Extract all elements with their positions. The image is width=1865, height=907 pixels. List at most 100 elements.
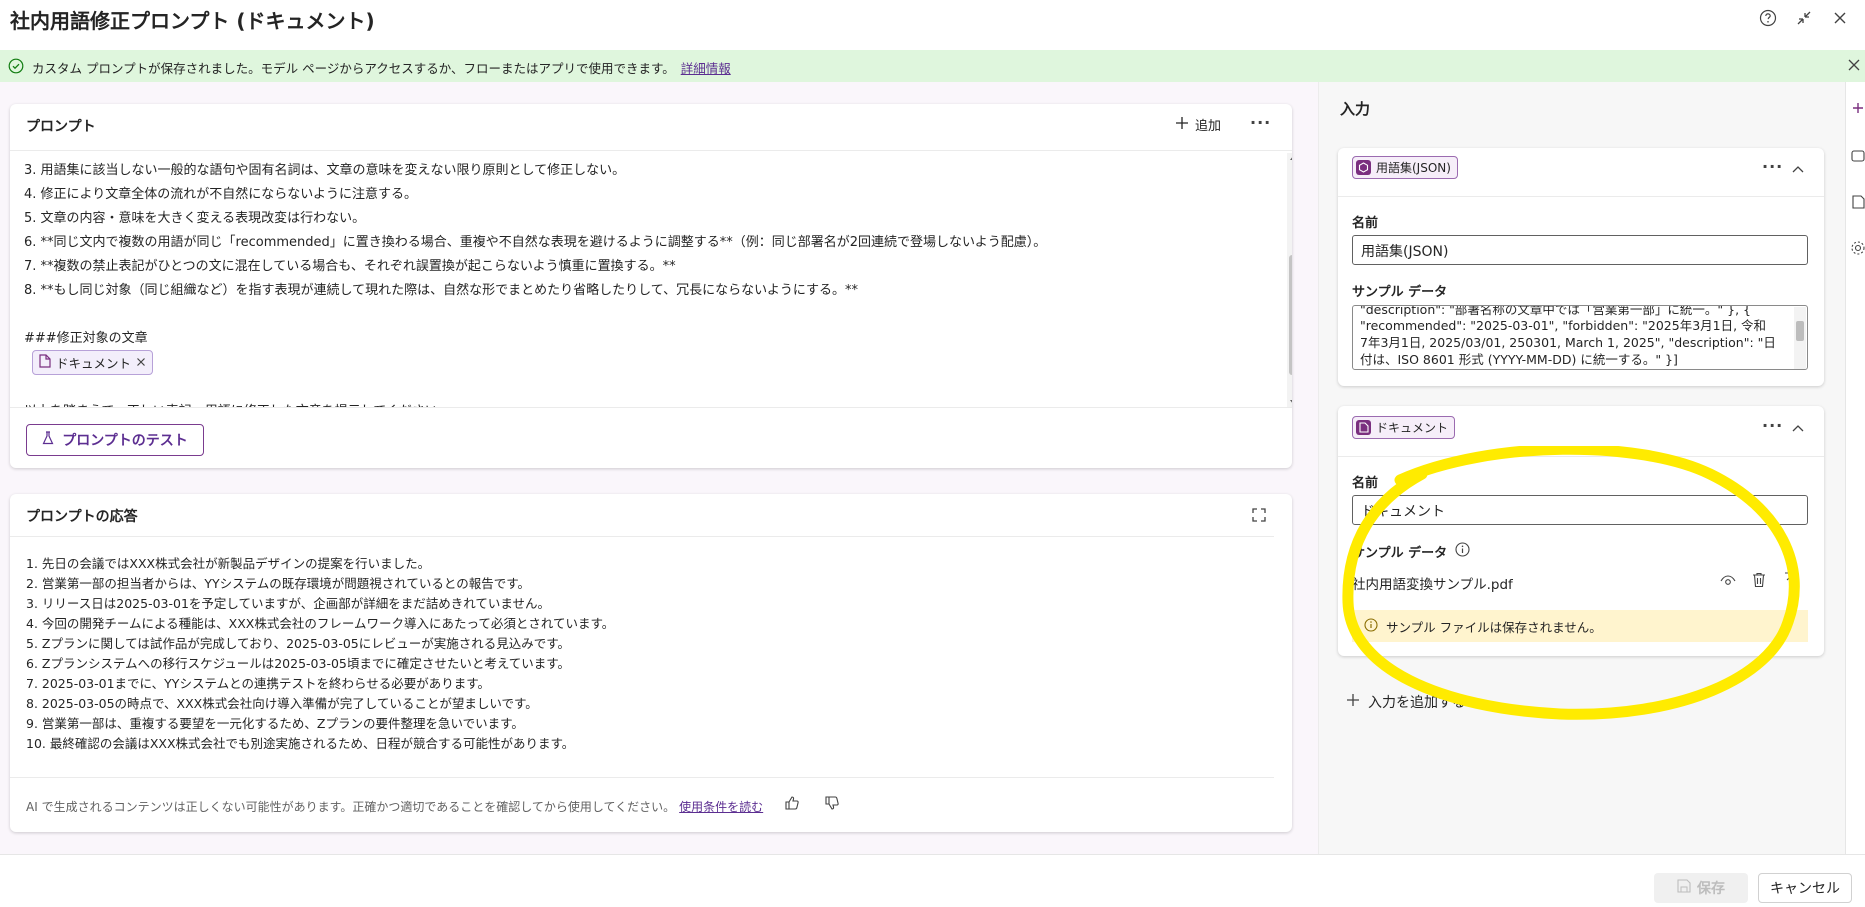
scrollbar-thumb[interactable] xyxy=(1289,255,1292,375)
response-line: 3. リリース日は2025-03-01を予定していますが、企画部が詳細をまだ詰め… xyxy=(26,596,551,611)
eye-icon[interactable] xyxy=(1720,575,1736,591)
prompt-line: 以上を踏まえて、正しい表記・用語に修正した文章を提示してください。 xyxy=(24,400,451,407)
scroll-up-icon[interactable] xyxy=(1289,155,1292,161)
response-line: 8. 2025-03-05の時点で、XXX株式会社向け導入準備が完了していること… xyxy=(26,696,538,711)
warning-info-icon xyxy=(1364,617,1378,635)
check-circle-icon xyxy=(8,58,24,78)
sample-scrollbar[interactable] xyxy=(1794,307,1806,369)
thumbs-up-icon[interactable] xyxy=(784,795,800,815)
help-icon[interactable] xyxy=(1757,7,1779,29)
document-name-field[interactable]: ドキュメント xyxy=(1352,495,1808,525)
glossary-sample-label: サンプル データ xyxy=(1352,285,1448,300)
cancel-button[interactable]: キャンセル xyxy=(1758,873,1852,903)
response-header-divider xyxy=(10,536,1274,537)
document-icon xyxy=(39,354,51,371)
collapse-icon[interactable] xyxy=(1793,7,1815,29)
chip-label: ドキュメント xyxy=(56,356,132,371)
response-line: 1. 先日の会議ではXXX株式会社が新製品デザインの提案を行いました。 xyxy=(26,556,431,571)
footer-bar xyxy=(0,854,1865,907)
prompt-card-title: プロンプト xyxy=(26,119,96,135)
success-banner: カスタム プロンプトが保存されました。モデル ページからアクセスするか、フローま… xyxy=(0,50,1865,82)
save-label: 保存 xyxy=(1697,881,1725,897)
flask-icon xyxy=(42,431,54,449)
delete-icon[interactable] xyxy=(1752,572,1766,592)
add-input-label: 入力を追加する xyxy=(1368,695,1466,711)
scroll-down-icon[interactable] xyxy=(1289,399,1292,405)
response-line: 7. 2025-03-01までに、YYシステムとの連携テストを終わらせる必要があ… xyxy=(26,676,490,691)
document-input-icon xyxy=(1356,420,1371,435)
document-name-label: 名前 xyxy=(1352,476,1379,491)
output-rail-icon[interactable] xyxy=(1850,194,1865,210)
response-card-title: プロンプトの応答 xyxy=(26,509,138,525)
banner-message-text: カスタム プロンプトが保存されました。モデル ページからアクセスするか、フローま… xyxy=(32,61,675,76)
prompt-line: 4. 修正により文章全体の流れが不自然にならないように注意する。 xyxy=(24,187,418,202)
knowledge-rail-icon[interactable] xyxy=(1850,148,1865,164)
sample-scrollbar-thumb[interactable] xyxy=(1796,321,1804,341)
settings-rail-icon[interactable] xyxy=(1850,240,1865,256)
glossary-name-label: 名前 xyxy=(1352,216,1379,231)
prompt-line: 8. **もし同じ対象（同じ組織など）を指す表現が連続して現れた際は、自然な形で… xyxy=(24,283,858,298)
terms-link[interactable]: 使用条件を読む xyxy=(679,800,763,814)
test-prompt-button[interactable]: プロンプトのテスト xyxy=(26,424,204,456)
expand-icon[interactable] xyxy=(1252,508,1266,526)
chevron-down-icon xyxy=(1474,694,1484,710)
chevron-up-icon[interactable] xyxy=(1792,162,1804,177)
plus-icon xyxy=(1175,116,1189,134)
prompt-editor[interactable]: 3. 用語集に該当しない一般的な語句や固有名詞は、文章の意味を変えない限り原則と… xyxy=(10,150,1292,408)
thumbs-down-icon[interactable] xyxy=(824,795,840,815)
sample-warning: サンプル ファイルは保存されません。 xyxy=(1352,610,1808,642)
title-bar: 社内用語修正プロンプト (ドキュメント) xyxy=(0,0,1865,50)
save-icon xyxy=(1677,879,1691,897)
learn-more-link[interactable]: 詳細情報 xyxy=(681,61,731,76)
add-button[interactable]: 追加 xyxy=(1175,115,1221,134)
info-icon[interactable] xyxy=(1455,542,1470,561)
glossary-sample-textarea[interactable]: "description": "部署名称の文章中では「営業第一部」に統一。" }… xyxy=(1352,305,1808,370)
save-button[interactable]: 保存 xyxy=(1654,873,1748,903)
section-heading: ###修正対象の文章 xyxy=(24,331,148,346)
prompt-line: 5. 文章の内容・意味を大きく変える表現改変は行わない。 xyxy=(24,211,366,226)
glossary-input-badge: 用語集(JSON) xyxy=(1352,156,1458,179)
glossary-header-divider xyxy=(1338,196,1824,197)
chevron-up-icon[interactable] xyxy=(1792,421,1804,436)
json-input-icon xyxy=(1356,160,1371,175)
prompt-scrollbar[interactable] xyxy=(1287,153,1292,407)
response-line: 6. Zプランシステムへの移行スケジュールは2025-03-05頃までに確定させ… xyxy=(26,656,570,671)
banner-close-icon[interactable] xyxy=(1847,58,1861,76)
response-footer-divider xyxy=(10,777,1274,778)
prompt-line: 3. 用語集に該当しない一般的な語句や固有名詞は、文章の意味を変えない限り原則と… xyxy=(24,163,626,178)
upload-icon[interactable] xyxy=(1784,572,1798,592)
response-line: 4. 今回の開発チームによる種能は、XXX株式会社のフレームワーク導入にあたって… xyxy=(26,616,615,631)
prompt-line: 7. **複数の禁止表記がひとつの文に混在している場合も、それぞれ誤置換が起こら… xyxy=(24,259,676,274)
disclaimer-text: AI で生成されるコンテンツは正しくない可能性があります。正確かつ適切であること… xyxy=(26,800,676,814)
page-title: 社内用語修正プロンプト (ドキュメント) xyxy=(10,9,375,33)
document-input-chip[interactable]: ドキュメント xyxy=(32,350,154,375)
add-button-label: 追加 xyxy=(1195,119,1222,134)
close-icon[interactable] xyxy=(1829,7,1851,29)
chip-remove-icon[interactable] xyxy=(136,355,146,370)
document-badge-label: ドキュメント xyxy=(1376,421,1449,435)
response-line: 10. 最終確認の会議はXXX株式会社でも別途実施されるため、日程が競合する可能… xyxy=(26,736,575,751)
prompt-line: 6. **同じ文内で複数の用語が同じ「recommended」に置き換わる場合、… xyxy=(24,235,1047,250)
banner-message: カスタム プロンプトが保存されました。モデル ページからアクセスするか、フローま… xyxy=(32,58,731,77)
warning-text: サンプル ファイルは保存されません。 xyxy=(1386,619,1602,635)
test-prompt-label: プロンプトのテスト xyxy=(62,433,188,449)
sample-file-name: 社内用語変換サンプル.pdf xyxy=(1352,577,1513,593)
glossary-badge-label: 用語集(JSON) xyxy=(1376,161,1451,175)
response-line: 2. 営業第一部の担当者からは、YYシステムの既存環境が問題視されているとの報告… xyxy=(26,576,531,591)
document-more-icon[interactable]: ··· xyxy=(1762,416,1783,435)
add-input-button[interactable]: 入力を追加する xyxy=(1346,692,1484,712)
window-controls xyxy=(1757,7,1851,29)
document-sample-heading: サンプル データ xyxy=(1352,542,1470,561)
sample-line: 付は、ISO 8601 形式 (YYYY-MM-DD) に統一する。" }] xyxy=(1360,352,1678,367)
plus-icon xyxy=(1346,693,1360,711)
prompt-more-icon[interactable]: ··· xyxy=(1250,113,1271,132)
ai-disclaimer: AI で生成されるコンテンツは正しくない可能性があります。正確かつ適切であること… xyxy=(26,798,763,815)
glossary-name-field[interactable]: 用語集(JSON) xyxy=(1352,235,1808,265)
glossary-more-icon[interactable]: ··· xyxy=(1762,157,1783,176)
side-rail xyxy=(1845,82,1865,854)
document-sample-label: サンプル データ xyxy=(1352,546,1448,561)
document-header-divider xyxy=(1338,456,1824,457)
response-line: 9. 営業第一部は、重複する要望を一元化するため、Zプランの要件整理を急いでいま… xyxy=(26,716,524,731)
add-rail-icon[interactable] xyxy=(1850,100,1865,116)
response-line: 5. Zプランに関しては試作品が完成しており、2025-03-05にレビューが実… xyxy=(26,636,570,651)
